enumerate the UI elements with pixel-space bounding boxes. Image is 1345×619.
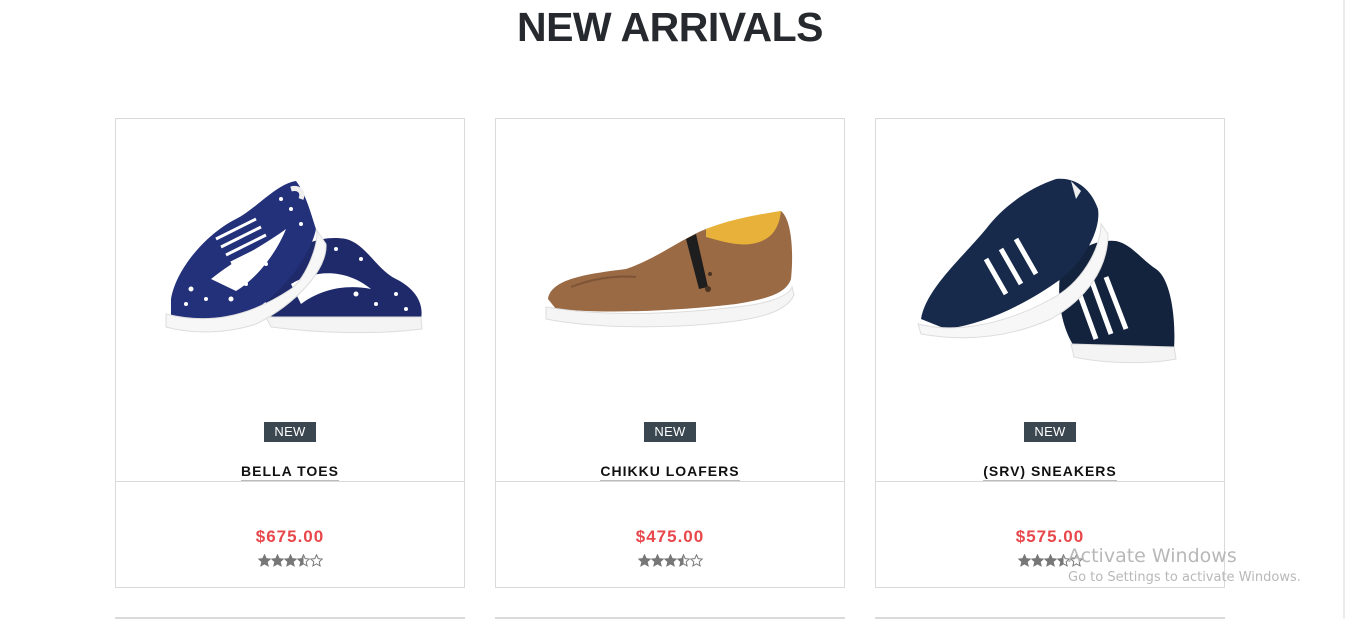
star-half-icon [676, 554, 690, 567]
new-badge: NEW [1024, 422, 1076, 442]
star-empty-icon [309, 554, 323, 567]
product-name[interactable]: (SRV) SNEAKERS [876, 463, 1224, 481]
product-name-link[interactable]: (SRV) SNEAKERS [983, 463, 1117, 481]
star-empty-icon [689, 554, 703, 567]
product-card-chikku-loafers[interactable]: NEW CHIKKU LOAFERS $475.00 [495, 118, 845, 588]
section-title: NEW ARRIVALS [516, 4, 824, 50]
star-full-icon [270, 554, 284, 567]
star-full-icon [637, 554, 651, 567]
star-full-icon [283, 554, 297, 567]
new-badge: NEW [644, 422, 696, 442]
card-divider [496, 481, 844, 482]
product-name-link[interactable]: CHIKKU LOAFERS [600, 463, 740, 481]
card-divider [876, 481, 1224, 482]
product-name[interactable]: BELLA TOES [116, 463, 464, 481]
star-full-icon [257, 554, 271, 567]
rating-stars [496, 554, 844, 570]
card-divider [116, 481, 464, 482]
windows-activation-watermark: Activate Windows Go to Settings to activ… [1068, 545, 1301, 585]
product-price: $475.00 [635, 527, 705, 546]
star-full-icon [650, 554, 664, 567]
rating-stars [116, 554, 464, 570]
product-image-srv-sneakers[interactable] [876, 119, 1224, 419]
star-full-icon [663, 554, 677, 567]
product-price: $575.00 [1015, 527, 1085, 546]
star-full-icon [1017, 554, 1031, 567]
watermark-title: Activate Windows [1068, 545, 1237, 567]
star-half-icon [296, 554, 310, 567]
watermark-subtitle: Go to Settings to activate Windows. [1068, 570, 1301, 585]
star-full-icon [1030, 554, 1044, 567]
product-card-bella-toes[interactable]: NEW BELLA TOES $675.00 [115, 118, 465, 588]
product-card-srv-sneakers[interactable]: NEW (SRV) SNEAKERS $575.00 [875, 118, 1225, 588]
product-price: $675.00 [255, 527, 325, 546]
product-image-chikku-loafers[interactable] [496, 119, 844, 419]
star-full-icon [1043, 554, 1057, 567]
product-name[interactable]: CHIKKU LOAFERS [496, 463, 844, 481]
product-image-bella-toes[interactable] [116, 119, 464, 419]
new-badge: NEW [264, 422, 316, 442]
product-name-link[interactable]: BELLA TOES [241, 463, 339, 481]
